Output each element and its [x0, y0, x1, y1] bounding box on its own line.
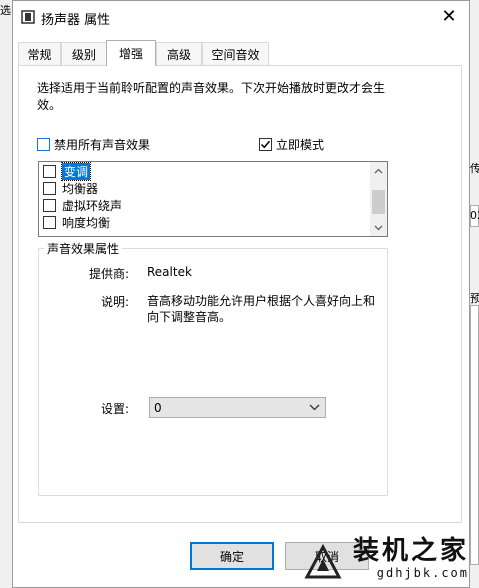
scroll-up-icon[interactable] [370, 162, 387, 179]
description-value: 音高移动功能允许用户根据个人喜好向上和向下调整音高。 [147, 294, 376, 324]
background-window-text: 预 [470, 292, 479, 305]
background-window-text: 选 [0, 4, 11, 17]
chevron-down-icon [309, 404, 320, 411]
list-item-label: 虚拟环绕声 [62, 198, 123, 213]
speaker-icon [21, 10, 35, 24]
scroll-down-icon[interactable] [370, 219, 387, 236]
checkbox-box[interactable] [43, 164, 56, 178]
watermark: 装机之家 gdhjbk.com [353, 536, 469, 580]
ok-button[interactable]: 确定 [190, 542, 274, 570]
description-label: 说明: [100, 295, 129, 309]
close-icon: ✕ [441, 5, 457, 27]
group-title: 声音效果属性 [44, 240, 123, 257]
setting-value: 0 [154, 400, 162, 415]
title-bar: 扬声器 属性 ✕ [13, 1, 469, 33]
immediate-mode-checkbox[interactable]: 立即模式 [259, 136, 324, 153]
disable-all-effects-checkbox[interactable]: 禁用所有声音效果 [37, 136, 150, 153]
checkbox-box[interactable] [43, 215, 56, 229]
description-text: 选择适用于当前聆听配置的声音效果。下次开始播放时更改才会生效。 [37, 81, 386, 112]
list-item[interactable]: 响度均衡 [43, 214, 110, 230]
window-title: 扬声器 属性 [41, 13, 111, 28]
tab-spatial-sound[interactable]: 空间音效 [202, 42, 269, 65]
checkbox-box[interactable] [43, 198, 56, 212]
setting-label: 设置: [100, 402, 129, 416]
background-window-left [0, 0, 12, 588]
setting-dropdown[interactable]: 0 [149, 397, 326, 418]
watermark-logo-icon [304, 543, 342, 579]
scroll-thumb[interactable] [372, 190, 385, 214]
checkbox-box [259, 138, 272, 151]
background-window-text: 传 [470, 162, 479, 175]
tab-enhancements[interactable]: 增强 [106, 40, 156, 66]
checkbox-label: 立即模式 [276, 138, 325, 152]
checkbox-box [37, 138, 50, 151]
close-button[interactable]: ✕ [429, 1, 469, 31]
provider-value: Realtek [147, 265, 192, 279]
list-item[interactable]: 均衡器 [43, 180, 98, 196]
tab-levels[interactable]: 级别 [61, 42, 107, 65]
checkbox-box[interactable] [43, 181, 56, 195]
enhancements-panel: 选择适用于当前聆听配置的声音效果。下次开始播放时更改才会生效。 禁用所有声音效果… [18, 65, 462, 523]
list-item-label: 变调 [60, 162, 92, 181]
list-item-label: 均衡器 [62, 181, 99, 196]
checkbox-label: 禁用所有声音效果 [54, 138, 151, 152]
effect-properties-group: 声音效果属性 提供商: Realtek 说明: 音高移动功能允许用户根据个人喜好… [38, 240, 388, 496]
list-item[interactable]: 虚拟环绕声 [43, 197, 122, 213]
speaker-properties-dialog: 扬声器 属性 ✕ 常规 级别 增强 高级 空间音效 选择适用于当前聆听配置的声音… [12, 0, 470, 588]
background-window-preview [470, 305, 479, 565]
tab-advanced[interactable]: 高级 [156, 42, 202, 65]
tab-general[interactable]: 常规 [18, 42, 61, 65]
watermark-title: 装机之家 [352, 536, 469, 566]
provider-label: 提供商: [88, 267, 129, 281]
background-window-text: 02 [470, 209, 479, 222]
list-scrollbar[interactable] [370, 162, 387, 236]
effects-list[interactable]: 变调 均衡器 虚拟环绕声 响度均衡 [38, 161, 388, 237]
watermark-url: gdhjbk.com [376, 566, 469, 580]
list-item[interactable]: 变调 [43, 162, 92, 181]
checkmark-icon [260, 140, 271, 149]
list-item-label: 响度均衡 [62, 215, 111, 230]
